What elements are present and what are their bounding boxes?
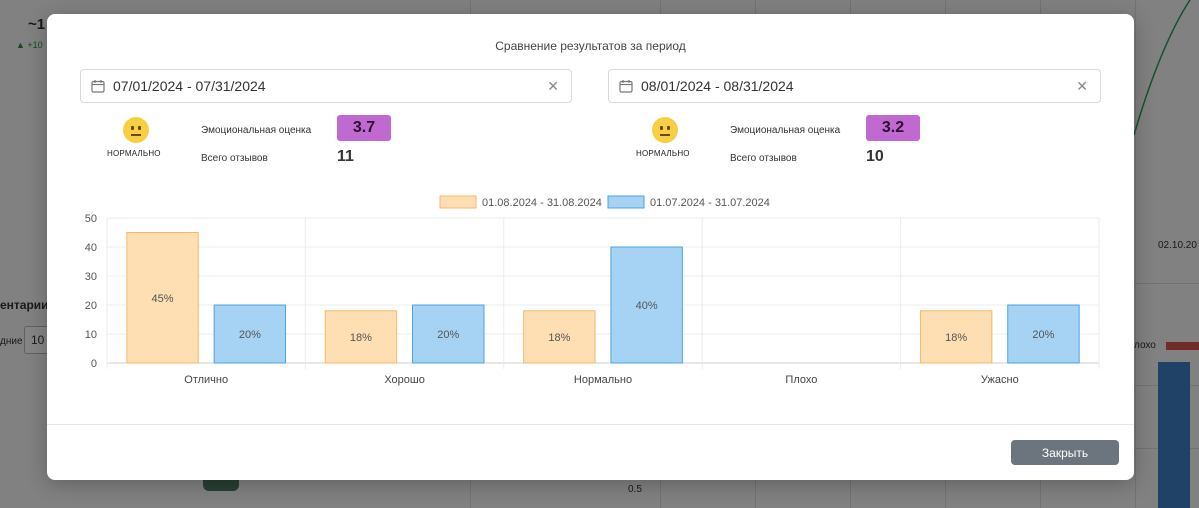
bar-data-label: 45% (152, 293, 174, 305)
right-score-label: Эмоциональная оценка (730, 125, 841, 136)
y-tick-label: 0 (91, 358, 97, 370)
close-icon[interactable]: ✕ (1076, 78, 1088, 95)
close-button[interactable]: Закрыть (1011, 440, 1119, 465)
right-date-range-input[interactable]: 08/01/2024 - 08/31/2024 ✕ (608, 69, 1101, 103)
comparison-bar-chart: 0 10 20 30 40 50 45% 20% Отлично 18% 20% Хорошо 18% 4… (85, 195, 1100, 386)
bar-data-label: 18% (350, 332, 372, 344)
comparison-modal: Сравнение результатов за период 07/01/20… (47, 14, 1134, 480)
x-tick-label: Отлично (184, 374, 228, 386)
modal-title: Сравнение результатов за период (495, 39, 686, 53)
legend-swatch (439, 195, 477, 209)
left-score-badge: 3.7 (337, 115, 391, 141)
right-reviews-count: 10 (866, 148, 884, 165)
right-mood-label: НОРМАЛЬНО (636, 149, 690, 158)
y-tick-label: 20 (85, 300, 97, 312)
legend-label: 01.07.2024 - 31.07.2024 (650, 197, 770, 209)
right-reviews-label: Всего отзывов (730, 153, 797, 164)
bar-data-label: 20% (239, 329, 261, 341)
left-date-range-input[interactable]: 07/01/2024 - 07/31/2024 ✕ (80, 69, 572, 103)
left-reviews-label: Всего отзывов (201, 153, 268, 164)
left-date-range-value: 07/01/2024 - 07/31/2024 (113, 78, 266, 94)
left-reviews-count: 11 (337, 148, 354, 165)
x-tick-label: Хорошо (384, 374, 425, 386)
x-tick-label: Ужасно (981, 374, 1019, 386)
left-mood-label: НОРМАЛЬНО (107, 149, 161, 158)
legend-swatch (607, 195, 645, 209)
left-score-label: Эмоциональная оценка (201, 125, 312, 136)
bar-data-label: 40% (636, 300, 658, 312)
neutral-face-icon (123, 117, 149, 143)
calendar-icon (619, 80, 633, 93)
legend-label: 01.08.2024 - 31.08.2024 (482, 197, 602, 209)
y-tick-label: 10 (85, 329, 97, 341)
x-tick-label: Нормально (574, 374, 632, 386)
y-tick-label: 30 (85, 271, 97, 283)
bar-data-label: 18% (548, 332, 570, 344)
right-date-range-value: 08/01/2024 - 08/31/2024 (641, 78, 794, 94)
neutral-face-icon (652, 117, 678, 143)
calendar-icon (91, 80, 105, 93)
bar-data-label: 20% (1032, 329, 1054, 341)
y-tick-label: 40 (85, 242, 97, 254)
bar-data-label: 18% (945, 332, 967, 344)
modal-footer-divider (47, 424, 1134, 425)
right-score-badge: 3.2 (866, 115, 920, 141)
y-tick-label: 50 (85, 213, 97, 225)
bar-data-label: 20% (437, 329, 459, 341)
close-icon[interactable]: ✕ (547, 78, 559, 95)
x-tick-label: Плохо (785, 374, 817, 386)
